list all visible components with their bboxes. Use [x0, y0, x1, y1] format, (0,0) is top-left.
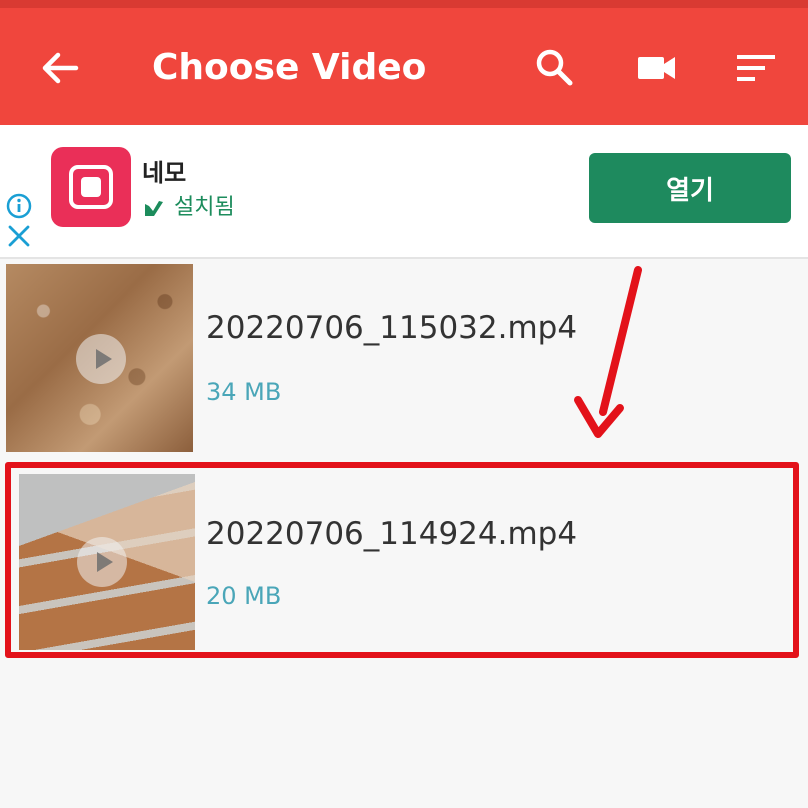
close-icon — [8, 225, 30, 247]
ad-banner: 네모 설치됨 열기 — [0, 125, 808, 259]
video-size: 34 MB — [206, 378, 282, 406]
checkmark-icon — [145, 201, 163, 216]
play-icon — [76, 334, 126, 384]
status-strip — [0, 0, 808, 8]
page-title: Choose Video — [152, 47, 427, 88]
video-list-item[interactable]: 20220706_115032.mp4 34 MB — [6, 264, 802, 454]
ad-app-name: 네모 — [142, 159, 187, 187]
ad-close-button[interactable] — [6, 223, 32, 249]
ad-info-button[interactable] — [6, 193, 32, 219]
search-icon — [536, 49, 573, 86]
record-video-button[interactable] — [632, 44, 680, 92]
app-icon[interactable] — [51, 147, 131, 227]
app-bar: Choose Video — [0, 0, 808, 125]
ad-install-status-label: 설치됨 — [174, 195, 235, 220]
info-icon — [6, 193, 32, 219]
video-camera-icon — [638, 57, 675, 79]
sort-icon — [737, 55, 775, 81]
video-filename: 20220706_115032.mp4 — [206, 310, 578, 346]
back-arrow-icon — [42, 52, 79, 84]
app-icon-center — [81, 177, 101, 197]
search-button[interactable] — [530, 44, 578, 92]
sort-button[interactable] — [732, 44, 780, 92]
back-button[interactable] — [36, 44, 84, 92]
ad-install-status: 설치됨 — [142, 193, 235, 223]
selection-highlight — [5, 462, 799, 658]
ad-open-button[interactable]: 열기 — [589, 153, 791, 223]
annotation-arrow — [574, 266, 642, 438]
video-thumbnail — [6, 264, 193, 452]
